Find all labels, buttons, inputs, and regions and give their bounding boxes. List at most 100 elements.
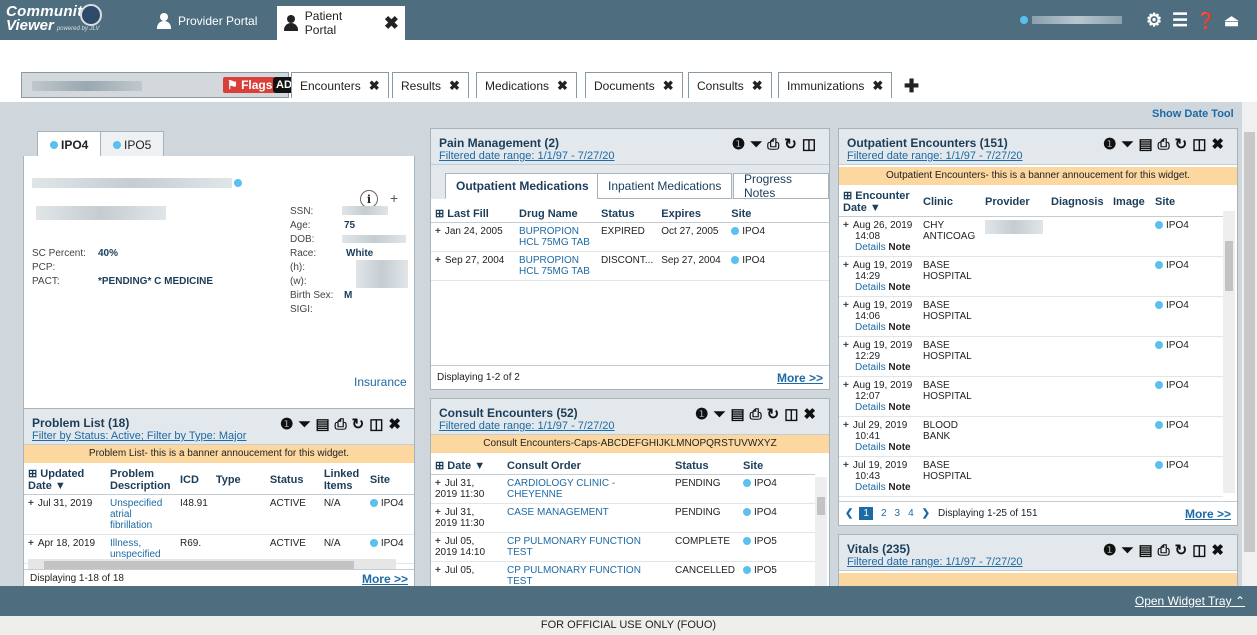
vertical-scrollbar[interactable] [815, 477, 827, 586]
add-tab-icon[interactable]: ✚ [904, 76, 919, 97]
vertical-scrollbar[interactable] [1223, 211, 1235, 493]
refresh-icon[interactable]: ↻ [352, 416, 370, 433]
site-tab-ipo5[interactable]: IPO5 [100, 131, 165, 157]
clipboard-icon[interactable]: ▤ [1138, 542, 1157, 559]
page-scrollbar[interactable] [1242, 102, 1257, 586]
tab-consults[interactable]: Consults ✖ [688, 72, 772, 98]
consult-link[interactable]: CP PULMONARY FUNCTION TEST [507, 536, 641, 558]
details-link[interactable]: Details [855, 242, 886, 253]
clipboard-icon[interactable]: ▤ [730, 406, 749, 423]
print-icon[interactable]: ⎙ [1158, 542, 1175, 559]
print-icon[interactable]: ⎙ [335, 416, 352, 433]
expand-row-icon[interactable]: + [435, 226, 441, 237]
expand-row-icon[interactable]: + [843, 300, 849, 311]
details-link[interactable]: Details [855, 402, 886, 413]
consult-link[interactable]: CP PULMONARY FUNCTION TEST [507, 565, 641, 586]
more-link[interactable]: More >> [777, 371, 823, 385]
close-icon[interactable]: ✖ [872, 78, 883, 94]
table-row[interactable]: + Jul 31, 2019 11:30 CARDIOLOGY CLINIC - … [431, 474, 815, 504]
expand-row-icon[interactable]: + [28, 498, 34, 509]
table-row[interactable]: + Jul 05, 2019 14:10 CP PULMONARY FUNCTIO… [431, 532, 815, 562]
close-icon[interactable]: ✖ [1211, 136, 1229, 153]
close-icon[interactable]: ✖ [803, 406, 821, 423]
expand-row-icon[interactable]: + [435, 565, 441, 576]
next-page-icon[interactable]: ❯ [922, 508, 930, 519]
page-3-button[interactable]: 3 [895, 508, 901, 519]
refresh-icon[interactable]: ↻ [767, 406, 785, 423]
expand-row-icon[interactable]: + [435, 507, 441, 518]
details-link[interactable]: Details [855, 482, 886, 493]
show-date-tool-link[interactable]: Show Date Tool [1152, 108, 1234, 120]
tab-encounters[interactable]: Encounters ✖ [291, 72, 389, 98]
table-row[interactable]: + Aug 19, 2019 12:29 Details Note BASE HOSPI… [839, 336, 1223, 377]
tab-results[interactable]: Results ✖ [392, 72, 469, 98]
table-row[interactable]: + Aug 19, 2019 14:06 Details Note BASE HOSPI… [839, 296, 1223, 337]
subtab-outpatient-medications[interactable]: Outpatient Medications [445, 173, 600, 199]
info-icon[interactable]: ❶ [732, 136, 750, 153]
print-icon[interactable]: ⎙ [750, 406, 767, 423]
tab-provider-portal[interactable]: Provider Portal [150, 6, 263, 36]
expand-icon[interactable]: ◫ [369, 416, 388, 433]
clipboard-icon[interactable]: ▤ [1138, 136, 1157, 153]
expand-icon[interactable]: ◫ [1192, 136, 1211, 153]
print-icon[interactable]: ⎙ [767, 136, 784, 153]
table-row[interactable]: + Jul 05, CP PULMONARY FUNCTION TEST CANC… [431, 561, 815, 586]
expand-row-icon[interactable]: + [843, 460, 849, 471]
details-link[interactable]: Details [855, 322, 886, 333]
table-row[interactable]: + Jul 31, 2019 11:30 CASE MANAGEMENT PEND… [431, 503, 815, 533]
close-icon[interactable]: ✖ [752, 78, 763, 94]
table-row[interactable]: + Aug 19, 2019 14:29 Details Note BASE HOSPI… [839, 256, 1223, 297]
expand-all-icon[interactable]: ⊞ [843, 190, 855, 202]
tab-patient-portal[interactable]: Patient Portal ✖ [277, 6, 405, 40]
expand-row-icon[interactable]: + [435, 478, 441, 489]
info-icon[interactable]: ❶ [1103, 542, 1121, 559]
expand-row-icon[interactable]: + [843, 380, 849, 391]
tab-immunizations[interactable]: Immunizations ✖ [778, 72, 893, 98]
scroll-thumb[interactable] [1244, 132, 1255, 552]
close-icon[interactable]: ✖ [449, 78, 460, 94]
table-row[interactable]: + Sep 27, 2004 BUPROPION HCL 75MG TAB DIS… [431, 251, 829, 281]
date-range-link[interactable]: Filtered date range: 1/1/97 - 7/27/20 [847, 150, 1023, 162]
scroll-thumb[interactable] [817, 497, 825, 515]
clipboard-icon[interactable]: ▤ [315, 416, 334, 433]
add-icon[interactable]: + [390, 190, 398, 206]
expand-row-icon[interactable]: + [843, 220, 849, 231]
gear-icon[interactable]: ⚙ [1146, 10, 1162, 31]
patient-header[interactable]: ⚑ Flags AD [21, 72, 295, 98]
consult-link[interactable]: CASE MANAGEMENT [507, 507, 609, 518]
flags-button[interactable]: ⚑ Flags [223, 77, 277, 93]
info-icon[interactable]: ❶ [1103, 136, 1121, 153]
page-2-button[interactable]: 2 [881, 508, 887, 519]
subtab-inpatient-medications[interactable]: Inpatient Medications [597, 173, 733, 199]
site-tab-ipo4[interactable]: IPO4 [37, 131, 102, 157]
subtab-progress-notes[interactable]: Progress Notes [733, 172, 829, 200]
expand-all-icon[interactable]: ⊞ [435, 208, 447, 220]
page-1-button[interactable]: 1 [859, 507, 873, 520]
date-range-link[interactable]: Filtered date range: 1/1/97 - 7/27/20 [439, 150, 615, 162]
scroll-thumb[interactable] [44, 561, 354, 569]
tab-medications[interactable]: Medications ✖ [476, 72, 577, 98]
filter-icon[interactable]: ⏷ [713, 406, 730, 423]
close-icon[interactable]: ✖ [557, 78, 568, 94]
tab-documents[interactable]: Documents ✖ [585, 72, 683, 98]
close-icon[interactable]: ✖ [369, 78, 380, 94]
details-link[interactable]: Details [855, 442, 886, 453]
drug-link[interactable]: BUPROPION HCL 75MG TAB [519, 255, 590, 277]
more-link[interactable]: More >> [1185, 507, 1231, 521]
filter-icon[interactable]: ⏷ [1121, 136, 1138, 153]
refresh-icon[interactable]: ↻ [1175, 136, 1193, 153]
close-icon[interactable]: ✖ [384, 13, 399, 34]
prev-page-icon[interactable]: ❮ [845, 508, 853, 519]
filter-link[interactable]: Filter by Status: Active; Filter by Type… [32, 430, 246, 442]
problem-link[interactable]: Unspecified atrial fibrillation [110, 498, 162, 531]
user-status[interactable] [1020, 15, 1130, 25]
expand-row-icon[interactable]: + [435, 536, 441, 547]
insurance-link[interactable]: Insurance [354, 375, 407, 389]
expand-all-icon[interactable]: ⊞ [435, 460, 447, 472]
close-icon[interactable]: ✖ [663, 78, 674, 94]
table-row[interactable]: + Aug 26, 2019 14:08 Details Note CHY ANTICO… [839, 216, 1223, 257]
info-icon[interactable]: ❶ [695, 406, 713, 423]
table-row[interactable]: + Jul 29, 2019 10:41 Details Note BLOOD BANK… [839, 416, 1223, 457]
table-row[interactable]: + Jan 24, 2005 BUPROPION HCL 75MG TAB EXP… [431, 222, 829, 252]
more-link[interactable]: More >> [362, 572, 408, 586]
